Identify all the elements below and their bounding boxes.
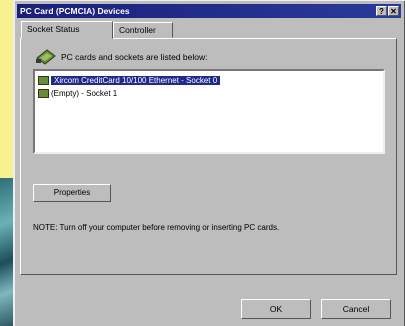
ok-button[interactable]: OK bbox=[241, 299, 311, 319]
note-text: NOTE: Turn off your computer before remo… bbox=[33, 223, 280, 232]
socket-list[interactable]: Xircom CreditCard 10/100 Ethernet - Sock… bbox=[33, 69, 385, 154]
tab-controller[interactable]: Controller bbox=[113, 22, 173, 38]
list-item[interactable]: (Empty) - Socket 1 bbox=[38, 88, 117, 100]
cancel-button[interactable]: Cancel bbox=[321, 299, 391, 319]
pc-card-dialog: PC Card (PCMCIA) Devices ? ✕ Socket Stat… bbox=[13, 0, 405, 326]
list-item[interactable]: Xircom CreditCard 10/100 Ethernet - Sock… bbox=[38, 75, 221, 87]
tab-socket-status[interactable]: Socket Status bbox=[21, 21, 113, 39]
help-icon[interactable]: ? bbox=[376, 6, 387, 16]
list-item-label: Xircom CreditCard 10/100 Ethernet - Sock… bbox=[51, 76, 221, 85]
socket-icon bbox=[38, 89, 49, 99]
pc-card-icon bbox=[36, 49, 56, 65]
socket-status-panel: PC cards and sockets are listed below: X… bbox=[20, 38, 397, 275]
window-title: PC Card (PCMCIA) Devices bbox=[20, 6, 130, 16]
intro-text: PC cards and sockets are listed below: bbox=[61, 52, 208, 62]
properties-button[interactable]: Properties bbox=[33, 184, 111, 202]
socket-icon bbox=[38, 76, 49, 86]
list-item-label: (Empty) - Socket 1 bbox=[51, 89, 118, 98]
close-icon[interactable]: ✕ bbox=[388, 6, 399, 16]
title-bar[interactable]: PC Card (PCMCIA) Devices ? ✕ bbox=[17, 4, 401, 18]
